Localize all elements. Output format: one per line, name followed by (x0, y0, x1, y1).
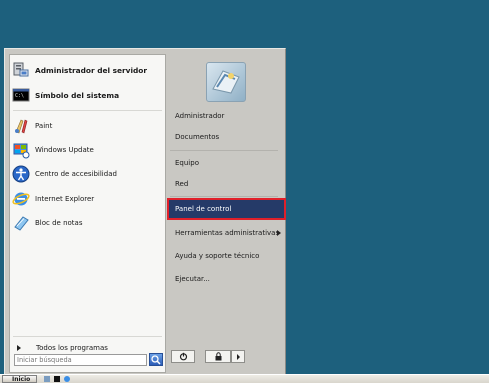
search-button[interactable] (149, 353, 163, 366)
program-accessibility[interactable]: Centro de accesibilidad (12, 163, 162, 185)
all-programs-button[interactable]: Todos los programas (12, 342, 162, 354)
svg-text:C:\: C:\ (15, 93, 24, 99)
command-prompt-icon[interactable] (54, 376, 60, 382)
program-windows-update[interactable]: Windows Update (12, 139, 162, 161)
menu-item-label: Ejecutar... (175, 275, 210, 283)
separator (13, 110, 162, 111)
menu-item-label: Red (175, 180, 189, 188)
menu-item-label: Panel de control (175, 205, 232, 213)
program-label: Paint (35, 122, 53, 130)
user-avatar-icon (212, 70, 240, 94)
menu-item-ejecutar[interactable]: Ejecutar... (168, 269, 285, 289)
menu-item-documentos[interactable]: Documentos (168, 127, 285, 147)
menu-item-red[interactable]: Red (168, 174, 285, 194)
program-label: Centro de accesibilidad (35, 170, 117, 178)
server-manager-icon (13, 62, 29, 77)
command-prompt-icon: C:\ (12, 88, 30, 102)
windows-update-icon (13, 143, 30, 159)
search-icon (151, 355, 161, 365)
arrow-right-icon (277, 230, 281, 236)
arrow-right-icon (236, 353, 240, 360)
program-label: Administrador del servidor (35, 65, 148, 75)
start-menu-left-pane: Administrador del servidor C:\ Símbolo d… (9, 54, 166, 373)
program-label: Símbolo del sistema (35, 90, 120, 100)
program-label: Windows Update (35, 146, 94, 154)
menu-item-label: Herramientas administrativas (175, 229, 280, 237)
lock-button[interactable] (205, 350, 231, 363)
paint-icon (15, 119, 28, 134)
arrow-right-icon (17, 345, 21, 351)
power-options-button[interactable] (231, 350, 245, 363)
program-label: Internet Explorer (35, 195, 95, 203)
menu-item-panel-de-control[interactable]: Panel de control (167, 198, 286, 220)
all-programs-label: Todos los programas (36, 344, 108, 352)
menu-item-administrador[interactable]: Administrador (168, 106, 285, 126)
program-notepad[interactable]: Bloc de notas (12, 212, 162, 234)
menu-item-label: Documentos (175, 133, 220, 141)
program-paint[interactable]: Paint (12, 115, 162, 137)
power-icon (179, 352, 187, 361)
program-internet-explorer[interactable]: Internet Explorer (12, 188, 162, 210)
shutdown-button[interactable] (171, 350, 195, 363)
internet-explorer-icon (12, 192, 30, 206)
program-server-manager[interactable]: Administrador del servidor (12, 59, 162, 81)
menu-item-herramientas-administrativas[interactable]: Herramientas administrativas (168, 223, 285, 243)
menu-item-label: Equipo (175, 159, 199, 167)
menu-item-label: Ayuda y soporte técnico (175, 252, 260, 260)
internet-explorer-icon[interactable] (64, 376, 70, 382)
search-input[interactable] (14, 354, 147, 366)
start-menu: Administrador del servidor C:\ Símbolo d… (4, 48, 286, 376)
menu-item-label: Administrador (175, 112, 225, 120)
user-picture[interactable] (206, 62, 246, 102)
program-command-prompt[interactable]: C:\ Símbolo del sistema (12, 84, 162, 106)
start-menu-right-pane: Administrador Documentos Equipo Red Pane… (167, 54, 286, 354)
server-manager-icon[interactable] (44, 376, 50, 382)
separator (170, 150, 278, 151)
menu-item-equipo[interactable]: Equipo (168, 153, 285, 173)
program-label: Bloc de notas (35, 219, 83, 227)
notepad-icon (14, 216, 29, 231)
lock-icon (215, 352, 221, 361)
separator (13, 336, 162, 337)
accessibility-icon (12, 165, 30, 183)
menu-item-ayuda[interactable]: Ayuda y soporte técnico (168, 246, 285, 266)
separator (170, 196, 278, 197)
